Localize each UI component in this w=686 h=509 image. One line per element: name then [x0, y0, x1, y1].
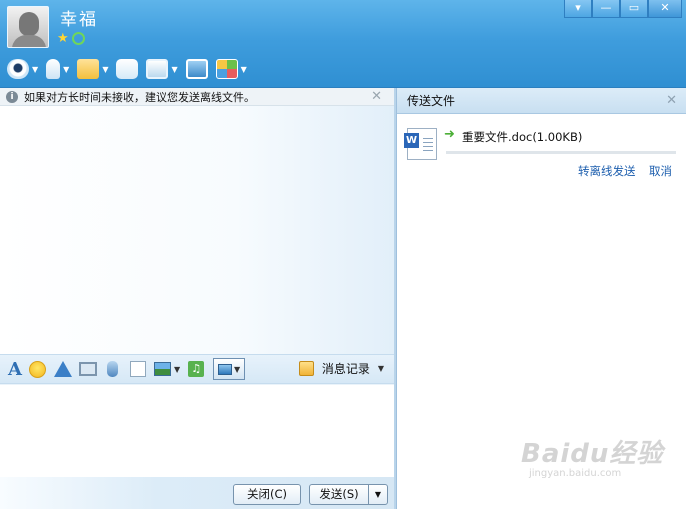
- star-icon[interactable]: ★: [57, 32, 70, 45]
- image-icon: [154, 362, 172, 376]
- webcam-tool[interactable]: ▼: [7, 59, 38, 79]
- send-options-button[interactable]: ▼: [368, 484, 388, 505]
- close-button[interactable]: 关闭(C): [233, 484, 301, 505]
- file-name: 重要文件.doc(1.00KB): [462, 130, 583, 144]
- chevron-down-icon[interactable]: ▼: [174, 365, 180, 374]
- mic-tool[interactable]: ▼: [46, 59, 69, 79]
- message-icon: [116, 59, 139, 79]
- webcam-icon: [7, 59, 29, 79]
- file-transfer-tool[interactable]: ▼: [77, 59, 108, 79]
- avatar-body: [12, 35, 46, 47]
- chevron-down-icon[interactable]: ▼: [234, 365, 240, 374]
- chevron-down-icon[interactable]: ▼: [241, 65, 247, 74]
- window-controls: ▾ — ▭ ✕: [564, 0, 682, 18]
- contact-name[interactable]: 幸福: [60, 5, 98, 30]
- minimize-menu-icon[interactable]: ▾: [564, 0, 592, 18]
- note-icon: [129, 361, 146, 377]
- voice-icon: [107, 361, 119, 377]
- screenshot-button[interactable]: ▼: [213, 358, 246, 380]
- watermark-main: Baidu经验: [521, 439, 664, 469]
- emoticon-button[interactable]: [29, 360, 47, 378]
- voice-message-button[interactable]: [104, 360, 122, 378]
- document-lines: [423, 138, 433, 152]
- chevron-down-icon[interactable]: ▼: [102, 65, 108, 74]
- message-input[interactable]: [0, 385, 394, 477]
- contact-avatar[interactable]: [7, 6, 49, 48]
- music-button[interactable]: ♫: [187, 360, 205, 378]
- send-arrow-icon: ➜: [444, 127, 455, 142]
- shake-icon: [53, 361, 72, 377]
- send-image-button[interactable]: [154, 360, 172, 378]
- file-transfer-header: 传送文件 ✕: [397, 88, 686, 114]
- close-icon[interactable]: ✕: [648, 0, 682, 18]
- file-transfer-item: W ➜ 重要文件.doc(1.00KB): [404, 128, 582, 160]
- chat-window-header: 幸福 ★ ▾ — ▭ ✕ ▼ ▼ ▼ ▼ ▼: [0, 0, 686, 88]
- file-transfer-title: 传送文件: [407, 94, 456, 108]
- apps-tool[interactable]: ▼: [215, 59, 247, 79]
- word-logo-icon: W: [404, 133, 419, 148]
- close-icon[interactable]: ✕: [371, 89, 382, 104]
- avatar-head: [19, 12, 39, 36]
- notice-text: 如果对方长时间未接收，建议您发送离线文件。: [24, 90, 255, 104]
- transfer-progress-bar: [446, 151, 676, 154]
- contact-status-icons: ★: [57, 32, 85, 45]
- note-button[interactable]: [129, 360, 147, 378]
- refresh-icon[interactable]: [72, 32, 85, 45]
- message-history-area[interactable]: [0, 106, 394, 354]
- message-history-label: 消息记录: [321, 362, 370, 376]
- screen-share-icon: [185, 59, 208, 79]
- word-document-icon: W: [404, 128, 437, 160]
- chat-input-toolbar: A ▼ ♫ ▼ 消息记录 ▼: [0, 354, 394, 384]
- offline-file-notice: i 如果对方长时间未接收，建议您发送离线文件。 ✕: [0, 88, 394, 106]
- chevron-down-icon[interactable]: ▼: [32, 65, 38, 74]
- shake-button[interactable]: [53, 360, 72, 378]
- send-offline-link[interactable]: 转离线发送: [578, 163, 636, 179]
- music-icon: ♫: [188, 361, 205, 377]
- main-toolbar: ▼ ▼ ▼ ▼ ▼: [7, 56, 255, 82]
- screenshot-icon: [218, 363, 233, 375]
- mic-icon: [46, 59, 61, 79]
- message-tool[interactable]: [116, 59, 139, 79]
- font-icon[interactable]: A: [8, 359, 22, 380]
- remote-assist-tool[interactable]: ▼: [146, 59, 178, 79]
- chevron-down-icon[interactable]: ▼: [378, 364, 384, 373]
- close-icon[interactable]: ✕: [666, 93, 677, 108]
- message-history-button[interactable]: 消息记录 ▼: [298, 360, 384, 377]
- info-icon: i: [6, 90, 18, 103]
- apps-icon: [215, 59, 238, 79]
- remote-assist-icon: [146, 59, 169, 79]
- chevron-down-icon[interactable]: ▼: [171, 65, 177, 74]
- film-icon: [78, 362, 97, 376]
- maximize-icon[interactable]: ▭: [620, 0, 648, 18]
- screen-share-tool[interactable]: [185, 59, 208, 79]
- minimize-icon[interactable]: —: [592, 0, 620, 18]
- video-clip-button[interactable]: [78, 360, 97, 378]
- send-button[interactable]: 发送(S): [309, 484, 369, 505]
- chat-panel: i 如果对方长时间未接收，建议您发送离线文件。 ✕ A ▼ ♫ ▼ 消息记录 ▼…: [0, 88, 394, 509]
- smiley-icon: [29, 360, 47, 378]
- send-bar: 关闭(C) 发送(S) ▼: [0, 477, 394, 509]
- file-transfer-icon: [77, 59, 100, 79]
- cancel-link[interactable]: 取消: [649, 163, 672, 179]
- chevron-down-icon[interactable]: ▼: [63, 65, 69, 74]
- history-icon: [298, 361, 314, 376]
- baidu-watermark: Baidu经验 jingyan.baidu.com: [521, 433, 663, 479]
